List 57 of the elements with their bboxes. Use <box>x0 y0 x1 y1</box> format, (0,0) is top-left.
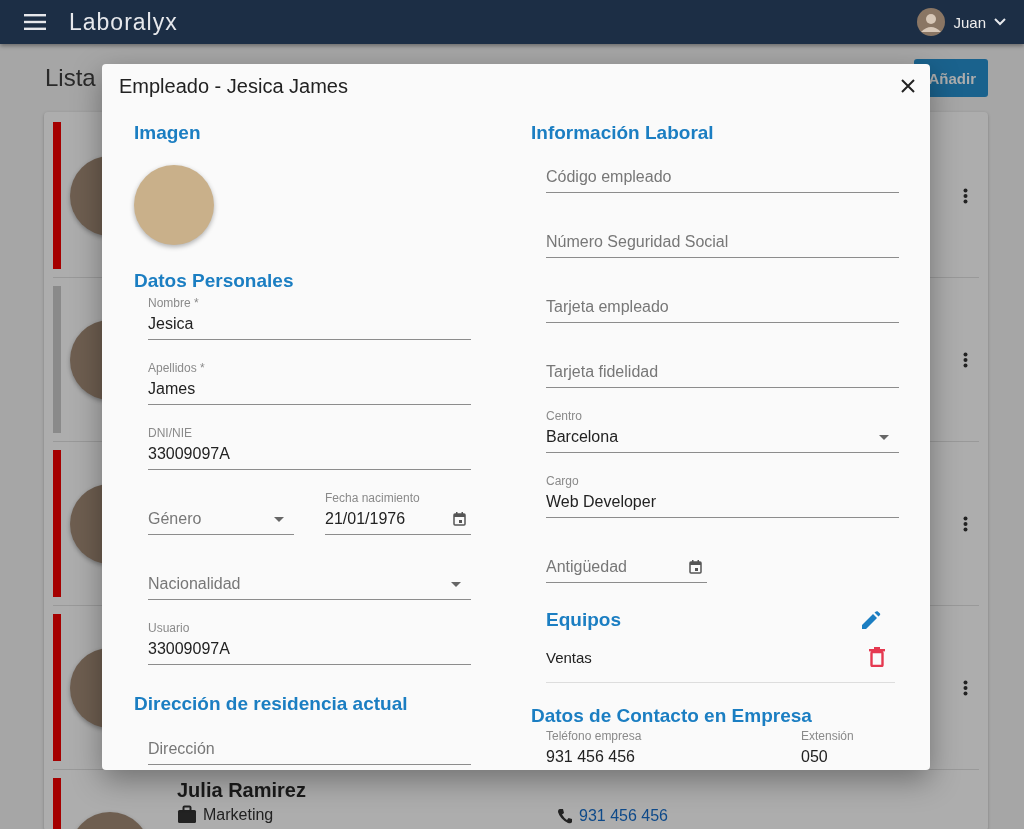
field-label: Fecha nacimiento <box>325 491 421 505</box>
more-options-icon[interactable] <box>963 515 968 532</box>
app-title: Laboralyx <box>69 8 178 36</box>
chevron-down-icon <box>994 18 1006 26</box>
user-menu-button[interactable]: Juan <box>945 13 1006 31</box>
text-field[interactable]: Web Developer <box>546 493 899 511</box>
field-label: DNI/NIE <box>148 426 193 440</box>
more-options-icon[interactable] <box>963 679 968 696</box>
briefcase-icon <box>177 805 197 824</box>
dialog-title: Empleado - Jesica James <box>119 74 348 98</box>
field-label: Usuario <box>148 621 191 635</box>
dropdown-arrow-icon <box>879 434 889 440</box>
field-label: Extensión <box>801 729 855 743</box>
dropdown-arrow-icon <box>274 516 284 522</box>
field-label: Cargo <box>546 474 580 488</box>
employee-department: Marketing <box>203 805 274 824</box>
section-heading: Equipos <box>546 608 621 632</box>
field-label: Centro <box>546 409 584 423</box>
section-heading: Datos Personales <box>134 269 295 293</box>
user-avatar-icon <box>917 8 946 36</box>
phone-icon <box>557 808 573 824</box>
dropdown-field[interactable]: Nacionalidad <box>148 575 451 593</box>
field-label: Nombre * <box>148 296 200 310</box>
text-field[interactable]: 050 <box>801 748 899 766</box>
text-field[interactable]: Jesica <box>148 315 471 333</box>
calendar-icon[interactable] <box>453 512 466 526</box>
text-field[interactable]: Dirección <box>148 740 471 758</box>
more-options-icon[interactable] <box>963 187 968 204</box>
more-options-icon[interactable] <box>963 351 968 368</box>
section-heading: Imagen <box>134 121 202 145</box>
dropdown-arrow-icon <box>451 581 461 587</box>
section-heading: Dirección de residencia actual <box>134 692 409 716</box>
text-field[interactable]: Código empleado <box>546 168 899 186</box>
field-label: Teléfono empresa <box>546 729 643 743</box>
menu-icon[interactable] <box>24 13 46 31</box>
section-heading: Datos de Contacto en Empresa <box>531 704 813 728</box>
text-field[interactable]: 931 456 456 <box>546 748 785 766</box>
close-icon <box>901 79 915 93</box>
date-field[interactable]: 21/01/1976 <box>325 510 453 528</box>
section-heading: Información Laboral <box>531 121 715 145</box>
pencil-icon[interactable] <box>861 611 881 629</box>
text-field[interactable]: Número Seguridad Social <box>546 233 899 251</box>
text-field[interactable]: Tarjeta empleado <box>546 298 899 316</box>
employee-name: Julia Ramirez <box>177 779 307 802</box>
text-field[interactable]: 33009097A <box>148 640 471 658</box>
trash-icon[interactable] <box>869 647 885 667</box>
date-field[interactable]: Antigüedad <box>546 558 689 576</box>
text-field[interactable]: 33009097A <box>148 445 471 463</box>
field-label: Apellidos * <box>148 361 206 375</box>
dropdown-field[interactable]: Género <box>148 510 274 528</box>
team-name: Ventas <box>546 648 592 666</box>
page-title: Lista <box>45 64 96 92</box>
calendar-icon[interactable] <box>689 560 702 574</box>
dropdown-field[interactable]: Barcelona <box>546 428 879 446</box>
text-field[interactable]: Tarjeta fidelidad <box>546 363 899 381</box>
text-field[interactable]: James <box>148 380 471 398</box>
phone-link[interactable]: 931 456 456 <box>579 807 668 825</box>
